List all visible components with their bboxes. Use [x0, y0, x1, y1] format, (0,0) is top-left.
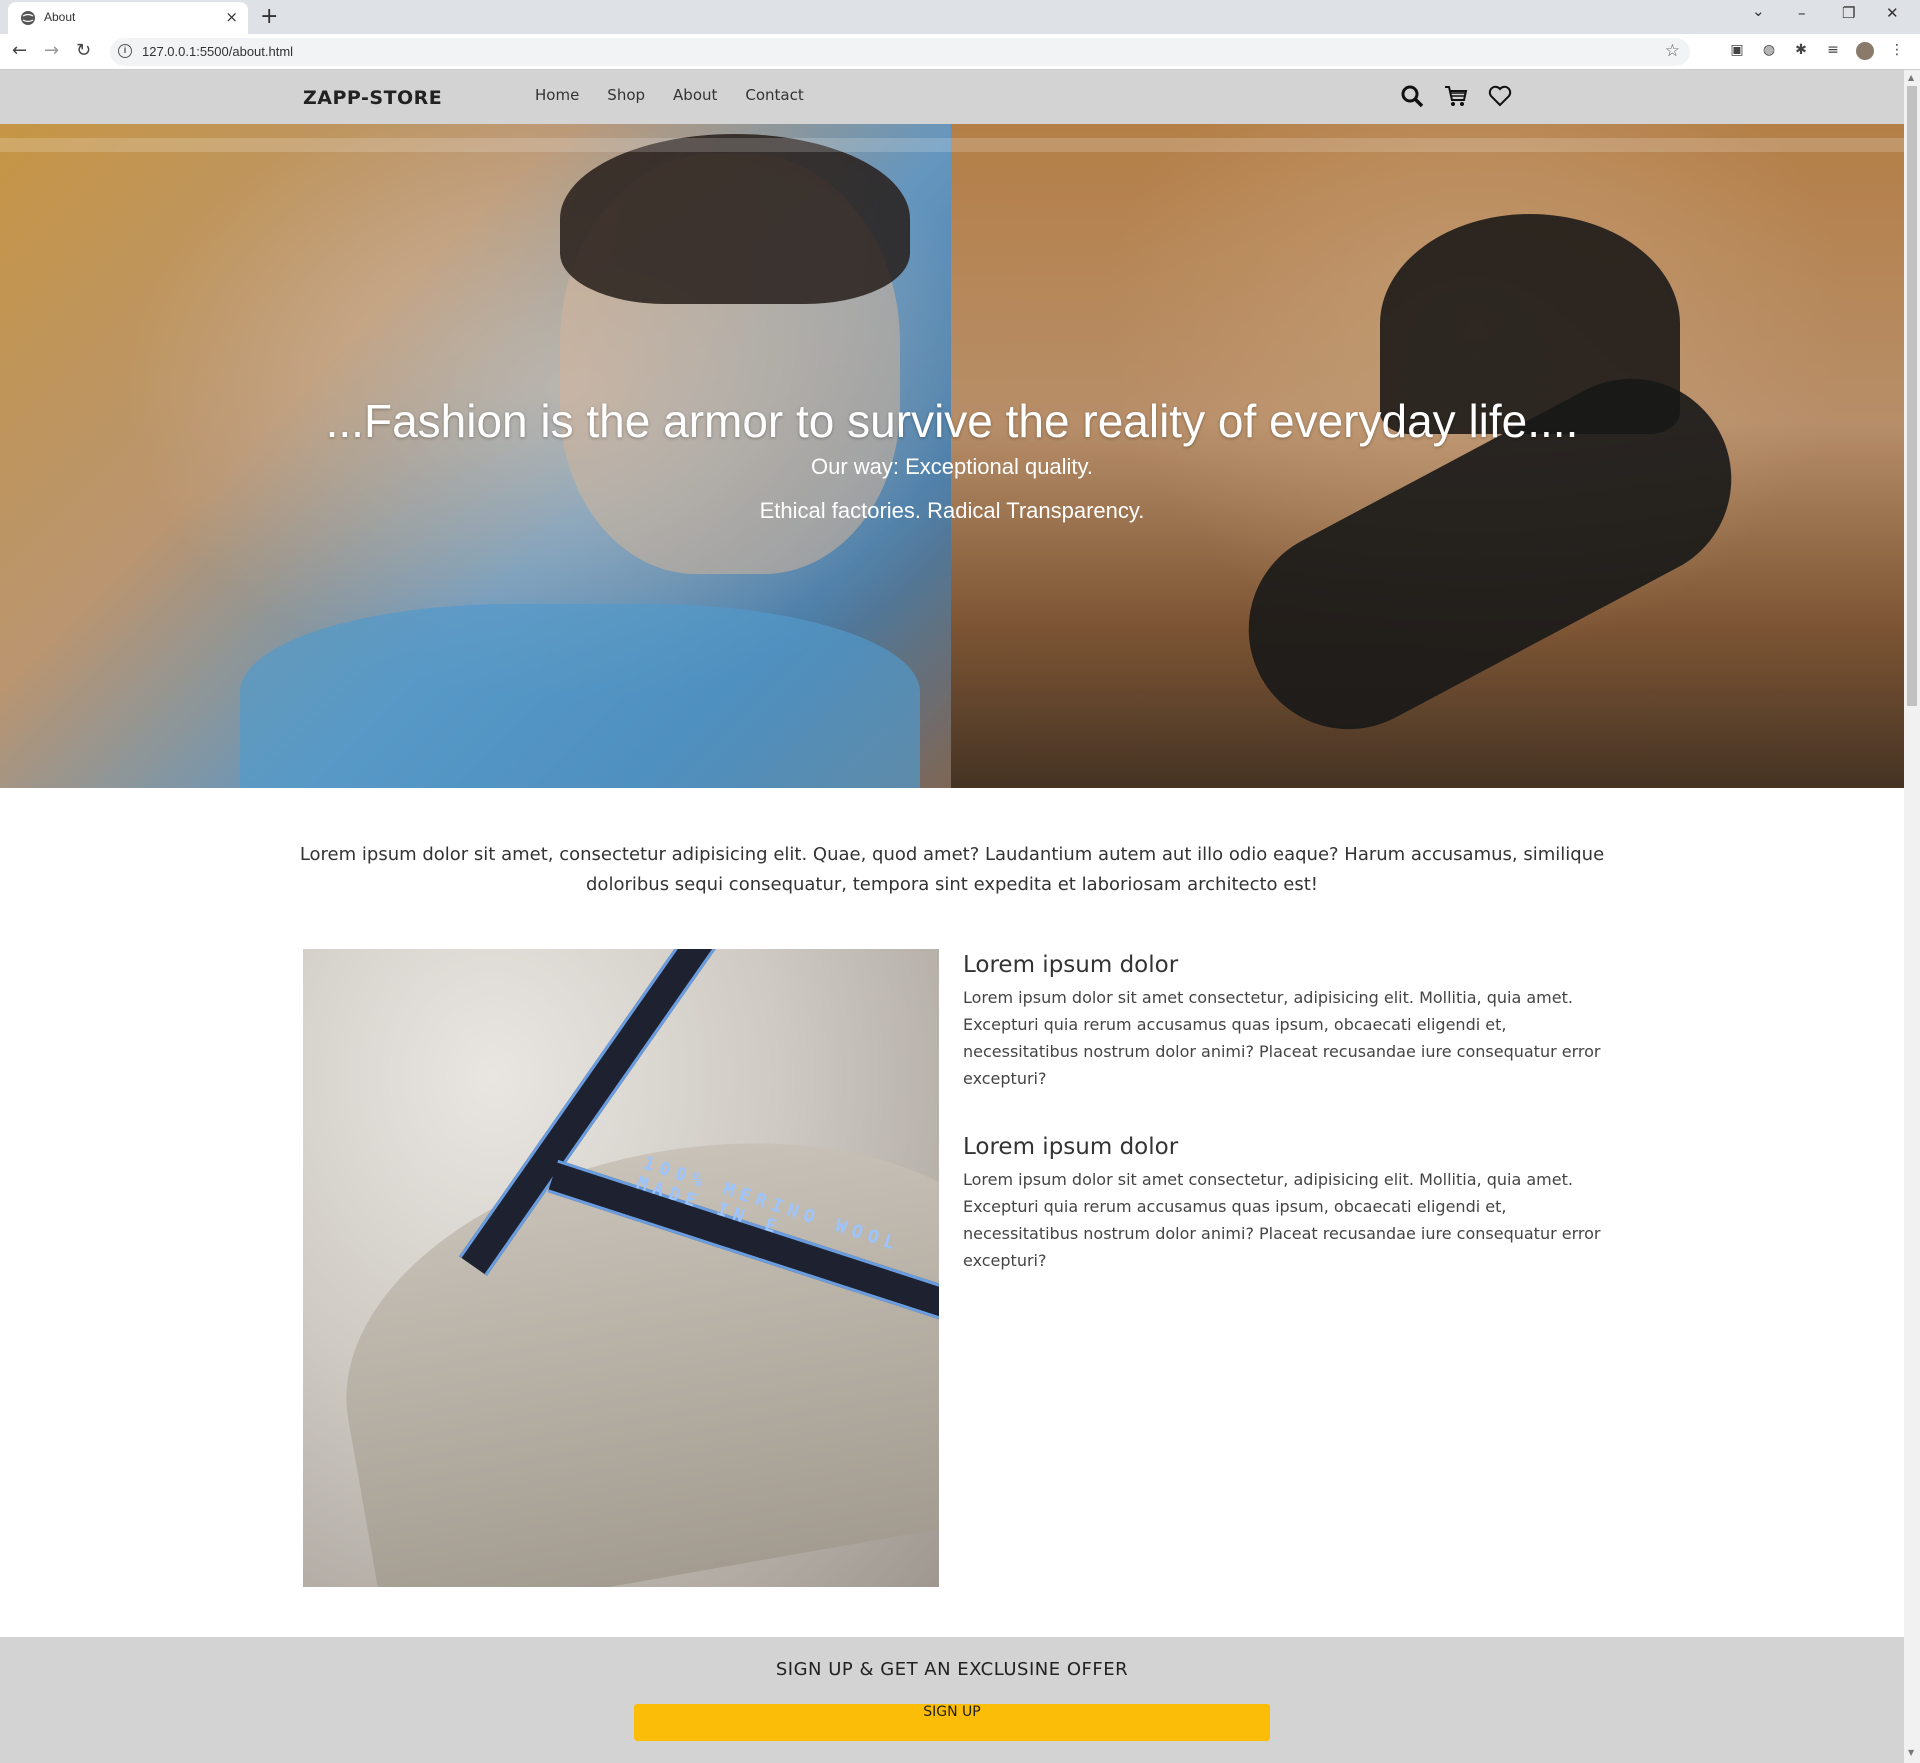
fabric-fold: [311, 1091, 939, 1587]
hero-banner: ...Fashion is the armor to survive the r…: [0, 124, 1904, 788]
content-block-title: Lorem ipsum dolor: [963, 1134, 1179, 1160]
image-extension-icon[interactable]: ▣: [1728, 42, 1746, 60]
nav-link-contact[interactable]: Contact: [745, 86, 803, 104]
page: ZAPP-STORE Home Shop About Contact ...Fa…: [0, 70, 1904, 1763]
back-arrow-icon[interactable]: ←: [12, 40, 27, 61]
page-scrollbar[interactable]: ▲ ▼: [1904, 70, 1920, 1763]
tab-close-icon[interactable]: ×: [225, 8, 238, 26]
scroll-up-arrow-icon[interactable]: ▲: [1908, 73, 1914, 82]
nav-link-shop[interactable]: Shop: [607, 86, 645, 104]
brand-logo[interactable]: ZAPP-STORE: [303, 87, 442, 109]
puzzle-extensions-icon[interactable]: ✱: [1792, 42, 1810, 60]
hero-top-band: [0, 138, 1904, 152]
address-bar[interactable]: i 127.0.0.1:5500/about.html ☆: [110, 38, 1690, 66]
nav-icons: [1400, 84, 1514, 110]
site-navbar: ZAPP-STORE Home Shop About Contact: [0, 70, 1904, 124]
browser-menu-icon[interactable]: ⋮: [1888, 42, 1906, 60]
url-text[interactable]: 127.0.0.1:5500/about.html: [142, 44, 293, 59]
browser-tab-bar: About × + ⌄ – ❐ ✕: [0, 0, 1920, 34]
forward-arrow-icon[interactable]: →: [44, 40, 59, 61]
profile-avatar[interactable]: [1856, 42, 1874, 60]
new-tab-button[interactable]: +: [260, 4, 278, 29]
content-block-text: Lorem ipsum dolor sit amet consectetur, …: [963, 988, 1601, 1088]
nav-links: Home Shop About Contact: [535, 86, 804, 104]
browser-toolbar: ← → ↻ i 127.0.0.1:5500/about.html ☆: [0, 34, 1920, 70]
cart-icon[interactable]: [1444, 84, 1470, 110]
content-block-2: Lorem ipsum dolor Lorem ipsum dolor sit …: [963, 1134, 1613, 1274]
nav-link-home[interactable]: Home: [535, 86, 579, 104]
fabric-image: 100% MERINO WOOL MADE IN E: [303, 949, 939, 1587]
scrollbar-thumb[interactable]: [1907, 86, 1917, 706]
nav-link-about[interactable]: About: [673, 86, 717, 104]
intro-text: Lorem ipsum dolor sit amet, consectetur …: [299, 844, 1605, 895]
hero-subtitle-2: Ethical factories. Radical Transparency.: [759, 498, 1145, 523]
content-block-1: Lorem ipsum dolor Lorem ipsum dolor sit …: [963, 952, 1613, 1092]
heart-icon[interactable]: [1488, 84, 1514, 110]
bookmark-star-icon[interactable]: ☆: [1665, 41, 1680, 61]
restore-button[interactable]: ❐: [1842, 4, 1855, 22]
signup-section: SIGN UP & GET AN EXCLUSINE OFFER SIGN UP: [0, 1637, 1904, 1763]
content-block-text: Lorem ipsum dolor sit amet consectetur, …: [963, 1170, 1601, 1270]
site-info-icon[interactable]: i: [118, 44, 132, 58]
tab-search-icon[interactable]: ⌄: [1752, 2, 1765, 20]
reading-list-icon[interactable]: ≡: [1824, 42, 1842, 60]
hero-quote: ...Fashion is the armor to survive the r…: [325, 395, 1579, 447]
globe-icon: [21, 11, 35, 25]
hero-subtitle-1: Our way: Exceptional quality.: [810, 454, 1094, 479]
signup-heading: SIGN UP & GET AN EXCLUSINE OFFER: [775, 1659, 1129, 1680]
scroll-down-arrow-icon[interactable]: ▼: [1908, 1748, 1914, 1757]
close-window-button[interactable]: ✕: [1886, 4, 1899, 22]
signup-button[interactable]: SIGN UP: [634, 1704, 1270, 1741]
browser-tab[interactable]: About ×: [8, 2, 248, 34]
tab-title: About: [44, 10, 76, 24]
globe-extension-icon[interactable]: ◍: [1760, 42, 1778, 60]
minimize-button[interactable]: –: [1798, 4, 1806, 22]
content-block-title: Lorem ipsum dolor: [963, 952, 1179, 978]
search-icon[interactable]: [1400, 84, 1426, 110]
reload-icon[interactable]: ↻: [76, 40, 91, 61]
